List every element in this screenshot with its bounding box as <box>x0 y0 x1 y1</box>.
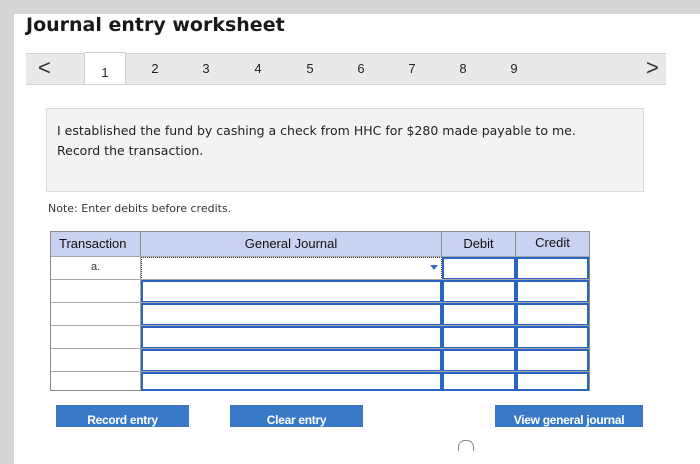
view-general-journal-button[interactable]: View general journal <box>495 405 643 427</box>
transaction-cell <box>51 280 141 303</box>
debit-input[interactable] <box>442 257 516 280</box>
journal-table: Transaction General Journal Debit Credit… <box>50 231 590 391</box>
table-row <box>51 279 589 303</box>
transaction-cell <box>51 349 141 372</box>
view-general-journal-label: View general journal <box>513 413 625 427</box>
table-row: a. <box>51 256 589 280</box>
debit-input[interactable] <box>442 303 516 326</box>
credit-input[interactable] <box>516 257 589 280</box>
tab-9[interactable]: 9 <box>494 58 534 80</box>
prev-tab-icon[interactable]: < <box>38 56 51 80</box>
tab-6[interactable]: 6 <box>341 58 381 80</box>
transaction-cell <box>51 303 141 326</box>
chevron-down-icon[interactable] <box>430 265 438 270</box>
debit-input[interactable] <box>442 280 516 303</box>
clear-entry-label: Clear entry <box>266 413 327 427</box>
debit-input[interactable] <box>442 326 516 349</box>
tab-2[interactable]: 2 <box>135 58 175 80</box>
account-select[interactable] <box>141 326 442 349</box>
table-row <box>51 371 589 391</box>
record-entry-button[interactable]: Record entry <box>56 405 189 427</box>
record-entry-label: Record entry <box>87 413 158 427</box>
credit-input[interactable] <box>516 303 589 326</box>
debit-input[interactable] <box>442 372 516 391</box>
tab-5[interactable]: 5 <box>290 58 330 80</box>
credit-input[interactable] <box>516 349 589 372</box>
header-debit: Debit <box>442 232 516 256</box>
account-select[interactable] <box>141 372 442 391</box>
credit-input[interactable] <box>516 372 589 391</box>
tab-4[interactable]: 4 <box>238 58 278 80</box>
table-row <box>51 348 589 372</box>
header-transaction: Transaction <box>51 232 141 256</box>
tab-bar: < 1 2 3 4 5 6 7 8 9 > <box>26 52 666 85</box>
credit-input[interactable] <box>516 326 589 349</box>
transaction-label: a. <box>91 261 101 273</box>
clear-entry-button[interactable]: Clear entry <box>230 405 363 427</box>
debit-input[interactable] <box>442 349 516 372</box>
next-tab-icon[interactable]: > <box>646 56 659 80</box>
tab-8[interactable]: 8 <box>443 58 483 80</box>
header-general-journal: General Journal <box>141 232 442 256</box>
tab-7[interactable]: 7 <box>392 58 432 80</box>
tab-1[interactable]: 1 <box>84 52 126 84</box>
account-select[interactable] <box>141 303 442 326</box>
question-box: I established the fund by cashing a chec… <box>46 108 644 192</box>
table-row <box>51 325 589 349</box>
page-title: Journal entry worksheet <box>26 14 285 36</box>
account-select[interactable] <box>141 349 442 372</box>
note-text: Note: Enter debits before credits. <box>48 202 232 215</box>
transaction-cell <box>51 326 141 349</box>
question-text: I established the fund by cashing a chec… <box>57 123 576 158</box>
table-row <box>51 302 589 326</box>
scroll-indicator-icon <box>458 440 474 451</box>
transaction-cell: a. <box>51 257 141 280</box>
tab-3[interactable]: 3 <box>186 58 226 80</box>
credit-input[interactable] <box>516 280 589 303</box>
account-select[interactable] <box>141 280 442 303</box>
account-select[interactable] <box>141 257 442 280</box>
header-credit: Credit <box>516 232 589 256</box>
transaction-cell <box>51 372 141 391</box>
